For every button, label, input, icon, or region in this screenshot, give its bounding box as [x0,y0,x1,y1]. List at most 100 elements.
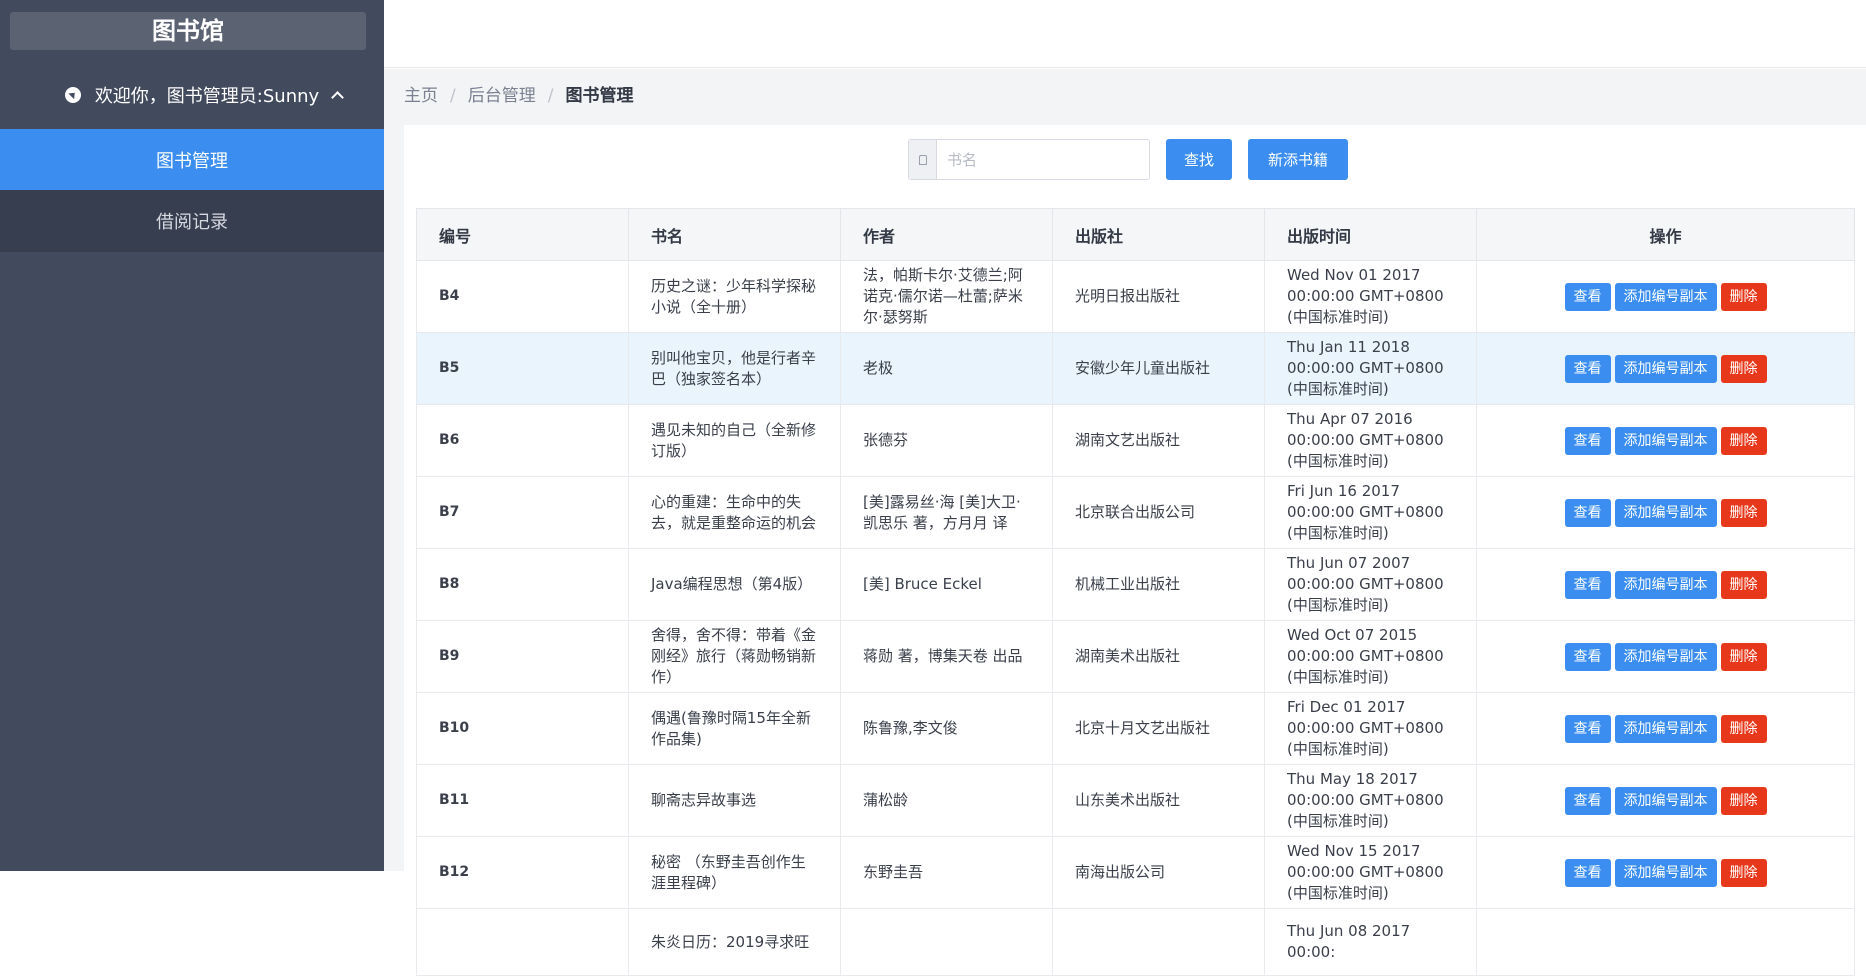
cell-title: 秘密 （东野圭吾创作生涯里程碑） [628,836,841,909]
table-row: B6 遇见未知的自己（全新修订版） 张德芬 湖南文艺出版社 Thu Apr 07 201… [416,404,1855,477]
cell-id: B5 [416,332,629,405]
cell-author: 法，帕斯卡尔·艾德兰;阿诺克·儒尔诺—杜蕾;萨米尔·瑟努斯 [840,260,1053,333]
table-row: B9 舍得，舍不得：带着《金刚经》旅行（蒋勋畅销新作） 蒋勋 著，博集天卷 出品 湖南… [416,620,1855,693]
cell-id: B6 [416,404,629,477]
cell-title: 舍得，舍不得：带着《金刚经》旅行（蒋勋畅销新作） [628,620,841,693]
cell-ops: 查看 添加编号副本 删除 [1476,332,1855,405]
cell-date: Wed Nov 15 2017 00:00:00 GMT+0800 (中国标准时… [1264,836,1477,909]
delete-button[interactable]: 删除 [1720,498,1767,527]
search-button[interactable]: 查找 [1166,139,1233,180]
sidebar-item-label: 借阅记录 [156,212,228,233]
table-row: B10 偶遇(鲁豫时隔15年全新作品集) 陈鲁豫,李文俊 北京十月文艺出版社 Fri D… [416,692,1855,765]
add-copy-button[interactable]: 添加编号副本 [1614,642,1717,671]
delete-button[interactable]: 删除 [1720,426,1767,455]
cell-id: B4 [416,260,629,333]
delete-button[interactable]: 删除 [1720,354,1767,383]
view-button[interactable]: 查看 [1564,642,1611,671]
user-menu-toggle[interactable]: 欢迎你，图书管理员:Sunny [0,62,384,128]
header-date: 出版时间 [1264,208,1477,261]
sidebar-item-borrow-records[interactable]: 借阅记录 [0,190,384,252]
add-copy-button[interactable]: 添加编号副本 [1614,354,1717,383]
breadcrumb-separator: / [547,86,554,106]
table-body: B4 历史之谜：少年科学探秘小说（全十册） 法，帕斯卡尔·艾德兰;阿诺克·儒尔诺—杜… [416,260,1855,976]
view-button[interactable]: 查看 [1564,858,1611,887]
add-copy-button[interactable]: 添加编号副本 [1614,858,1717,887]
cell-id: B8 [416,548,629,621]
sidebar-item-label: 图书管理 [156,151,228,172]
cell-ops: 查看 添加编号副本 删除 [1476,404,1855,477]
breadcrumb: 主页 / 后台管理 / 图书管理 [404,81,633,111]
cell-author: 老极 [840,332,1053,405]
add-copy-button[interactable]: 添加编号副本 [1614,498,1717,527]
breadcrumb-separator: / [450,86,456,106]
add-copy-button[interactable]: 添加编号副本 [1614,714,1717,743]
cell-ops: 查看 添加编号副本 删除 [1476,260,1855,333]
cell-ops: 查看 添加编号副本 删除 [1476,620,1855,693]
search-row: 查找 新添书籍 [908,139,1349,180]
cell-title: 心的重建：生命中的失去，就是重整命运的机会 [628,476,841,549]
view-button[interactable]: 查看 [1564,714,1611,743]
compass-icon [64,87,81,103]
header-id: 编号 [416,208,629,261]
cell-title: 别叫他宝贝，他是行者辛巴（独家签名本） [628,332,841,405]
search-box [908,139,1150,180]
add-copy-button[interactable]: 添加编号副本 [1614,570,1717,599]
cell-date: Thu Jun 07 2007 00:00:00 GMT+0800 (中国标准时… [1264,548,1477,621]
table-row: B11 聊斋志异故事选 蒲松龄 山东美术出版社 Thu May 18 2017 00:0… [416,764,1855,837]
content-panel: 查找 新添书籍 编号 书名 作者 出版社 出版时间 操作 [404,125,1866,976]
delete-button[interactable]: 删除 [1720,282,1767,311]
cell-title: 聊斋志异故事选 [628,764,841,837]
cell-date: Thu Apr 07 2016 00:00:00 GMT+0800 (中国标准时… [1264,404,1477,477]
chevron-up-icon [331,91,344,104]
view-button[interactable]: 查看 [1564,498,1611,527]
header-ops: 操作 [1476,208,1855,261]
delete-button[interactable]: 删除 [1720,786,1767,815]
breadcrumb-home[interactable]: 主页 [404,86,438,106]
cell-publisher: 湖南文艺出版社 [1052,404,1265,477]
cell-title: 偶遇(鲁豫时隔15年全新作品集) [628,692,841,765]
delete-button[interactable]: 删除 [1720,858,1767,887]
sidebar: 图书馆 欢迎你，图书管理员:Sunny 图书管理 借阅记录 [0,0,384,871]
delete-button[interactable]: 删除 [1720,714,1767,743]
delete-button[interactable]: 删除 [1720,570,1767,599]
table-row: B7 心的重建：生命中的失去，就是重整命运的机会 [美]露易丝·海 [美]大卫·凯思… [416,476,1855,549]
cell-date: Wed Oct 07 2015 00:00:00 GMT+0800 (中国标准时… [1264,620,1477,693]
cell-publisher: 山东美术出版社 [1052,764,1265,837]
cell-publisher: 光明日报出版社 [1052,260,1265,333]
table-row: B5 别叫他宝贝，他是行者辛巴（独家签名本） 老极 安徽少年儿童出版社 Thu Jan … [416,332,1855,405]
cell-ops: 查看 添加编号副本 删除 [1476,476,1855,549]
delete-button[interactable]: 删除 [1720,642,1767,671]
table-row: 朱炎日历：2019寻求旺 Thu Jun 08 2017 00:00: [416,908,1855,976]
cell-ops: 查看 添加编号副本 删除 [1476,692,1855,765]
view-button[interactable]: 查看 [1564,282,1611,311]
sidebar-item-book-management[interactable]: 图书管理 [0,129,384,191]
cell-publisher: 北京联合出版公司 [1052,476,1265,549]
cell-ops: 查看 添加编号副本 删除 [1476,764,1855,837]
search-input[interactable] [937,140,1147,179]
cell-author: 东野圭吾 [840,836,1053,909]
main-content: 主页 / 后台管理 / 图书管理 查找 新添书籍 [384,69,1866,976]
view-button[interactable]: 查看 [1564,426,1611,455]
table-row: B4 历史之谜：少年科学探秘小说（全十册） 法，帕斯卡尔·艾德兰;阿诺克·儒尔诺—杜… [416,260,1855,333]
cell-author: 蒲松龄 [840,764,1053,837]
view-button[interactable]: 查看 [1564,570,1611,599]
add-copy-button[interactable]: 添加编号副本 [1614,786,1717,815]
cell-author: [美]露易丝·海 [美]大卫·凯思乐 著，方月月 译 [840,476,1053,549]
add-book-button[interactable]: 新添书籍 [1248,139,1349,180]
add-copy-button[interactable]: 添加编号副本 [1614,282,1717,311]
table-header-row: 编号 书名 作者 出版社 出版时间 操作 [416,208,1855,261]
cell-date: Fri Jun 16 2017 00:00:00 GMT+0800 (中国标准时… [1264,476,1477,549]
view-button[interactable]: 查看 [1564,354,1611,383]
cell-id: B7 [416,476,629,549]
top-header [384,0,1866,68]
welcome-text: 欢迎你，图书管理员:Sunny [94,86,320,107]
cell-publisher: 机械工业出版社 [1052,548,1265,621]
cell-author: [美] Bruce Eckel [840,548,1053,621]
add-copy-button[interactable]: 添加编号副本 [1614,426,1717,455]
breadcrumb-admin[interactable]: 后台管理 [468,86,536,106]
cell-title: Java编程思想（第4版） [628,548,841,621]
cell-author: 张德芬 [840,404,1053,477]
cell-id [416,908,629,976]
table-row: B8 Java编程思想（第4版） [美] Bruce Eckel 机械工业出版社 Thu… [416,548,1855,621]
view-button[interactable]: 查看 [1564,786,1611,815]
